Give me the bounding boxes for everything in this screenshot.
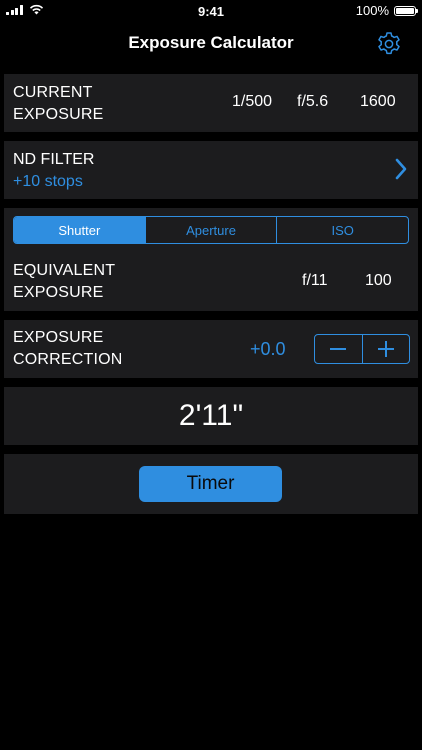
- nav-bar: Exposure Calculator: [0, 22, 422, 66]
- nd-filter-value: +10 stops: [13, 173, 83, 190]
- exposure-correction-card: EXPOSURE CORRECTION +0.0: [4, 320, 418, 378]
- nd-filter-label: ND FILTER: [13, 151, 95, 168]
- plus-icon: [377, 341, 394, 357]
- equivalent-exposure-card: Shutter Aperture ISO EQUIVALENT EXPOSURE…: [4, 208, 418, 311]
- result-card: 2'11": [4, 387, 418, 445]
- page-title: Exposure Calculator: [128, 33, 294, 52]
- correction-stepper: [314, 334, 410, 364]
- battery-percent: 100%: [355, 3, 389, 18]
- gear-icon[interactable]: [376, 31, 402, 57]
- status-bar: 9:41 100%: [0, 0, 422, 22]
- current-exposure-card: CURRENT EXPOSURE 1/500 f/5.6 1600: [4, 74, 418, 132]
- result-exposure-time: 2'11": [178, 399, 244, 432]
- equivalent-exposure-label: EQUIVALENT EXPOSURE: [13, 260, 115, 304]
- nd-filter-row[interactable]: ND FILTER +10 stops: [4, 141, 418, 199]
- current-iso-value[interactable]: 1600: [360, 93, 396, 111]
- exposure-correction-value: +0.0: [250, 339, 286, 359]
- timer-button[interactable]: Timer: [139, 466, 282, 502]
- tab-iso[interactable]: ISO: [277, 217, 408, 243]
- minus-icon: [330, 348, 347, 350]
- current-exposure-label-line1: CURRENT: [13, 84, 93, 101]
- tab-aperture[interactable]: Aperture: [146, 217, 278, 243]
- increment-button[interactable]: [363, 335, 410, 363]
- exposure-correction-label-line2: CORRECTION: [13, 351, 123, 368]
- equivalent-exposure-label-line2: EXPOSURE: [13, 284, 104, 301]
- battery-icon: [394, 5, 418, 16]
- current-shutter-value[interactable]: 1/500: [232, 93, 272, 111]
- status-right: 100%: [355, 3, 418, 18]
- equivalent-aperture-value[interactable]: f/11: [302, 272, 328, 290]
- decrement-button[interactable]: [315, 335, 363, 363]
- current-exposure-label-line2: EXPOSURE: [13, 106, 104, 123]
- timer-card: Timer: [4, 454, 418, 514]
- current-exposure-label: CURRENT EXPOSURE: [13, 82, 104, 126]
- chevron-right-icon: [395, 158, 407, 180]
- tab-shutter[interactable]: Shutter: [14, 217, 146, 243]
- exposure-correction-label-line1: EXPOSURE: [13, 329, 104, 346]
- solve-for-segmented-control: Shutter Aperture ISO: [13, 216, 409, 244]
- battery-fill: [396, 7, 414, 14]
- current-aperture-value[interactable]: f/5.6: [297, 93, 328, 111]
- equivalent-iso-value[interactable]: 100: [365, 272, 392, 290]
- equivalent-exposure-label-line1: EQUIVALENT: [13, 262, 116, 279]
- exposure-correction-label: EXPOSURE CORRECTION: [13, 327, 123, 371]
